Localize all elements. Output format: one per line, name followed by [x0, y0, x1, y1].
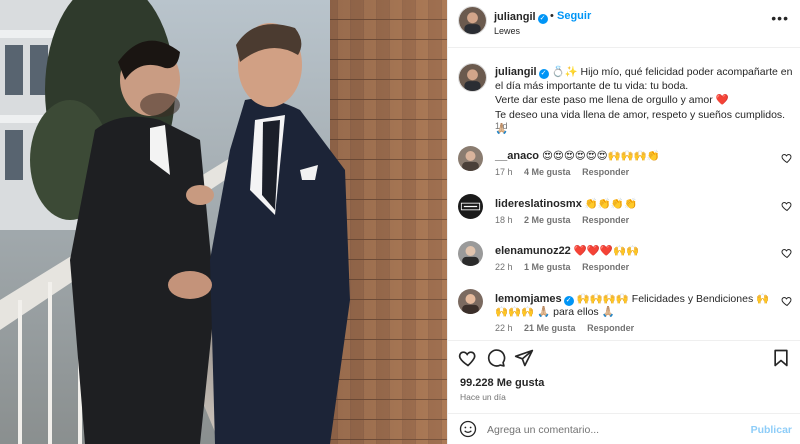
- like-comment-heart-icon[interactable]: [781, 200, 793, 212]
- caption-line-2: Verte dar este paso me llena de orgullo …: [495, 94, 729, 107]
- comment-line: __anaco 😍😍😍😍😍😍🙌🙌🙌👏: [495, 150, 775, 163]
- comment-meta: 18 h 2 Me gusta Responder: [495, 215, 638, 225]
- comment-likes[interactable]: 1 Me gusta: [524, 262, 571, 272]
- verified-badge-icon: ✓: [537, 14, 548, 24]
- more-options-icon[interactable]: •••: [771, 10, 789, 26]
- author-avatar[interactable]: [458, 6, 487, 35]
- header-separator: •: [550, 10, 554, 22]
- comment-text: 😍😍😍😍😍😍🙌🙌🙌👏: [541, 150, 660, 162]
- likes-count[interactable]: 99.228 Me gusta: [460, 377, 544, 389]
- author-username-text[interactable]: juliangil: [494, 11, 536, 23]
- post-date[interactable]: Hace un día: [460, 392, 506, 402]
- commenter-avatar[interactable]: [458, 194, 483, 219]
- like-comment-heart-icon[interactable]: [781, 295, 793, 307]
- save-bookmark-icon[interactable]: [771, 348, 791, 368]
- comment-username[interactable]: lidereslatinosmx: [495, 198, 582, 210]
- comment-time[interactable]: 22 h: [495, 262, 513, 272]
- comment-text: 👏👏👏👏: [584, 198, 638, 210]
- share-send-icon[interactable]: [514, 348, 534, 368]
- comment-bubble-icon[interactable]: [486, 348, 506, 368]
- comment-text: ❤️❤️❤️🙌🙌: [573, 245, 640, 257]
- follow-button[interactable]: Seguir: [557, 10, 591, 22]
- reply-button[interactable]: Responder: [587, 323, 634, 333]
- like-comment-heart-icon[interactable]: [781, 152, 793, 164]
- comment-username[interactable]: lemomjames: [495, 293, 562, 305]
- comment-line: lemomjames ✓ 🙌🙌🙌🙌 Felicidades y Bendicion…: [495, 293, 775, 319]
- comment-likes[interactable]: 4 Me gusta: [524, 167, 571, 177]
- caption-avatar[interactable]: [458, 63, 487, 92]
- comment-line: elenamunoz22 ❤️❤️❤️🙌🙌: [495, 245, 775, 258]
- verified-badge-icon: ✓: [538, 69, 549, 79]
- caption-line-3: Te deseo una vida llena de amor, respeto…: [495, 108, 786, 135]
- comment-time[interactable]: 17 h: [495, 167, 513, 177]
- comment-input[interactable]: [487, 420, 737, 440]
- caption-username[interactable]: juliangil: [495, 66, 537, 78]
- caption-text: juliangil ✓ 💍✨ Hijo mío, qué felicidad po…: [495, 65, 795, 136]
- reply-button[interactable]: Responder: [582, 215, 629, 225]
- wedding-photo-illustration: [0, 0, 447, 444]
- post-actions: 99.228 Me gusta Hace un día Publicar: [448, 340, 800, 444]
- comment-item: lemomjames ✓ 🙌🙌🙌🙌 Felicidades y Bendicion…: [448, 289, 800, 339]
- post-header: juliangil ✓ • Seguir Lewes •••: [448, 0, 800, 48]
- reply-button[interactable]: Responder: [582, 167, 629, 177]
- comment-likes[interactable]: 2 Me gusta: [524, 215, 571, 225]
- emoji-picker-icon[interactable]: [459, 420, 477, 438]
- comment-line: lidereslatinosmx 👏👏👏👏: [495, 198, 775, 211]
- comment-meta: 22 h 21 Me gusta Responder: [495, 323, 643, 333]
- comment-item: elenamunoz22 ❤️❤️❤️🙌🙌 22 h 1 Me gusta Re…: [448, 241, 800, 287]
- verified-badge-icon: ✓: [563, 296, 574, 306]
- post-location[interactable]: Lewes: [494, 26, 520, 36]
- author-username[interactable]: juliangil ✓: [494, 11, 548, 24]
- publish-button[interactable]: Publicar: [751, 424, 792, 436]
- caption-timestamp[interactable]: 1 d: [495, 121, 508, 131]
- like-comment-heart-icon[interactable]: [781, 247, 793, 259]
- comment-meta: 17 h 4 Me gusta Responder: [495, 167, 638, 177]
- comment-username[interactable]: elenamunoz22: [495, 245, 571, 257]
- comment-meta: 22 h 1 Me gusta Responder: [495, 262, 638, 272]
- add-comment-bar: Publicar: [448, 413, 800, 444]
- post-details-panel: juliangil ✓ • Seguir Lewes ••• juliangil ✓…: [447, 0, 800, 444]
- comment-time[interactable]: 18 h: [495, 215, 513, 225]
- comment-likes[interactable]: 21 Me gusta: [524, 323, 576, 333]
- commenter-avatar[interactable]: [458, 289, 483, 314]
- comment-item: __anaco 😍😍😍😍😍😍🙌🙌🙌👏 17 h 4 Me gusta Respo…: [448, 146, 800, 192]
- comment-time[interactable]: 22 h: [495, 323, 513, 333]
- commenter-avatar[interactable]: [458, 146, 483, 171]
- reply-button[interactable]: Responder: [582, 262, 629, 272]
- like-heart-icon[interactable]: [458, 348, 478, 368]
- comment-username[interactable]: __anaco: [495, 150, 539, 162]
- post-photo[interactable]: [0, 0, 447, 444]
- commenter-avatar[interactable]: [458, 241, 483, 266]
- comment-item: lidereslatinosmx 👏👏👏👏 18 h 2 Me gusta Re…: [448, 194, 800, 240]
